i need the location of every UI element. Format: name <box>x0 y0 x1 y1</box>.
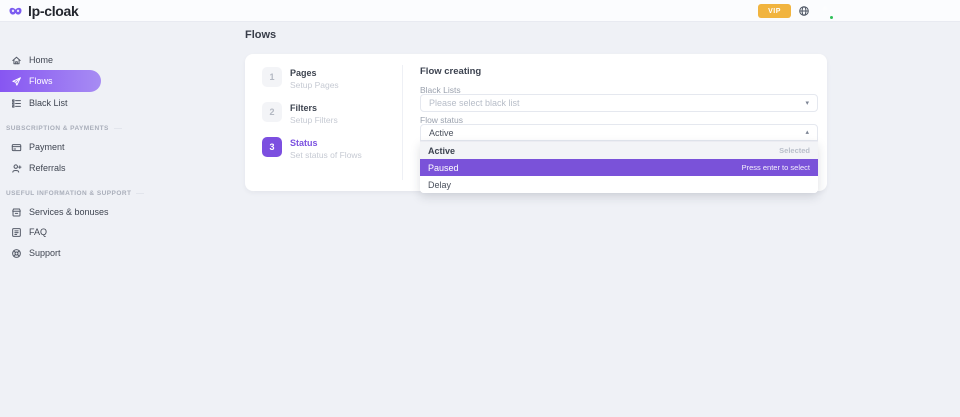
language-globe-icon[interactable] <box>798 5 810 17</box>
header-actions: VIP <box>758 0 833 22</box>
sidebar-item-faq[interactable]: FAQ <box>0 222 47 242</box>
chevron-up-icon: ▴ <box>805 129 809 136</box>
online-status-dot <box>829 15 834 20</box>
sidebar-item-support[interactable]: Support <box>0 243 61 263</box>
sidebar-item-label: Home <box>29 55 53 65</box>
sidebar-item-label: Services & bonuses <box>29 207 109 217</box>
chevron-down-icon: ▾ <box>805 100 809 107</box>
storefront-icon <box>11 207 22 218</box>
mask-logo-icon <box>8 5 23 17</box>
logo-text: lp-cloak <box>28 3 79 19</box>
sidebar-item-label: Black List <box>29 98 68 108</box>
option-paused[interactable]: Paused Press enter to select <box>420 159 818 176</box>
step-title: Pages <box>290 68 339 78</box>
card-divider <box>402 65 403 180</box>
option-label: Delay <box>428 180 451 190</box>
user-plus-icon <box>11 163 22 174</box>
sidebar-item-black-list[interactable]: Black List <box>0 93 68 113</box>
step-subtitle: Setup Filters <box>290 115 338 125</box>
sidebar-item-label: Support <box>29 248 61 258</box>
wizard-step-filters[interactable]: 2 Filters Setup Filters <box>262 102 392 125</box>
vip-button[interactable]: VIP <box>758 4 791 18</box>
home-icon <box>11 55 22 66</box>
step-subtitle: Set status of Flows <box>290 150 362 160</box>
sidebar-section-subscription: SUBSCRIPTION & PAYMENTS <box>6 122 118 134</box>
lifebuoy-icon <box>11 248 22 259</box>
faq-book-icon <box>11 227 22 238</box>
step-subtitle: Setup Pages <box>290 80 339 90</box>
flows-icon <box>11 76 22 87</box>
flow-status-dropdown: Active Selected Paused Press enter to se… <box>420 141 818 193</box>
sidebar-item-services[interactable]: Services & bonuses <box>0 202 109 222</box>
option-label: Paused <box>428 163 459 173</box>
black-lists-select[interactable]: Please select black list ▾ <box>420 94 818 112</box>
app-window: lp-cloak VIP Home <box>0 0 960 417</box>
option-hint: Press enter to select <box>742 163 810 172</box>
sidebar-item-label: Referrals <box>29 163 66 173</box>
option-hint: Selected <box>779 146 810 155</box>
sidebar-item-flows[interactable]: Flows <box>0 70 101 92</box>
sidebar-item-home[interactable]: Home <box>0 50 53 70</box>
flow-creating-card: 1 Pages Setup Pages 2 Filters Setup Filt… <box>245 54 827 191</box>
flow-status-value: Active <box>429 128 454 138</box>
page-title: Flows <box>245 29 276 41</box>
top-bar: lp-cloak VIP <box>0 0 960 22</box>
option-label: Active <box>428 146 455 156</box>
step-title: Filters <box>290 103 338 113</box>
sidebar-item-label: Payment <box>29 142 65 152</box>
sidebar-item-referrals[interactable]: Referrals <box>0 158 66 178</box>
step-title: Status <box>290 138 362 148</box>
app-logo[interactable]: lp-cloak <box>8 0 79 22</box>
wizard-step-pages[interactable]: 1 Pages Setup Pages <box>262 67 392 90</box>
step-number-badge: 2 <box>262 102 282 122</box>
sidebar: Home Flows Black List SUBSCRIPTION & PAY… <box>0 22 180 417</box>
user-avatar[interactable] <box>817 3 833 19</box>
sidebar-item-label: FAQ <box>29 227 47 237</box>
wizard-step-status[interactable]: 3 Status Set status of Flows <box>262 137 392 160</box>
sidebar-item-label: Flows <box>29 76 53 86</box>
option-active[interactable]: Active Selected <box>420 142 818 159</box>
black-lists-placeholder: Please select black list <box>429 98 520 108</box>
option-delay[interactable]: Delay <box>420 176 818 193</box>
sidebar-section-support: USEFUL INFORMATION & SUPPORT <box>6 187 118 199</box>
credit-card-icon <box>11 142 22 153</box>
black-list-icon <box>11 98 22 109</box>
flow-status-select[interactable]: Active ▴ <box>420 124 818 141</box>
form-heading: Flow creating <box>420 66 481 77</box>
step-number-badge: 3 <box>262 137 282 157</box>
step-number-badge: 1 <box>262 67 282 87</box>
sidebar-item-payment[interactable]: Payment <box>0 137 65 157</box>
